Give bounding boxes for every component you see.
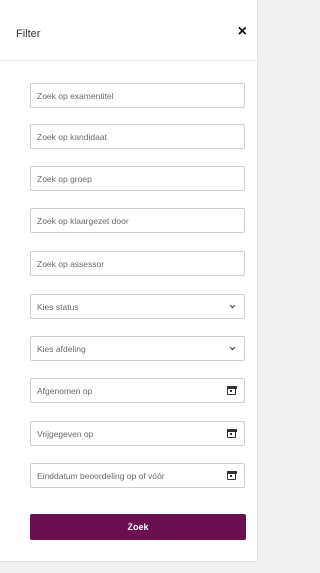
page-title: Filter <box>16 28 41 40</box>
search-button[interactable]: Zoek <box>30 514 246 540</box>
status-select[interactable]: Kies status <box>30 294 245 319</box>
status-select-value: Kies status <box>37 301 79 312</box>
filter-panel: Filter × Zoek op examentitel Zoek op kan… <box>0 0 258 562</box>
exam-title-placeholder: Zoek op examentitel <box>37 90 114 101</box>
filter-header: Filter × <box>0 0 257 61</box>
taken-on-date-input[interactable]: Afgenomen op <box>30 378 245 403</box>
department-select[interactable]: Kies afdeling <box>30 336 245 361</box>
calendar-icon[interactable] <box>226 470 237 480</box>
group-placeholder: Zoek op groep <box>37 173 92 184</box>
calendar-icon[interactable] <box>226 428 237 438</box>
released-on-date-input[interactable]: Vrijgegeven op <box>30 421 245 446</box>
candidate-search-input[interactable]: Zoek op kandidaat <box>30 124 245 149</box>
prepared-by-search-input[interactable]: Zoek op klaargezet door <box>30 208 245 233</box>
close-icon[interactable]: × <box>238 24 247 40</box>
assessor-search-input[interactable]: Zoek op assessor <box>30 251 245 276</box>
calendar-icon[interactable] <box>226 385 237 395</box>
assessment-deadline-placeholder: Einddatum beoordeling op of vóór <box>37 470 165 481</box>
chevron-down-icon <box>229 304 236 309</box>
group-search-input[interactable]: Zoek op groep <box>30 166 245 191</box>
department-select-value: Kies afdeling <box>37 343 86 354</box>
chevron-down-icon <box>229 346 236 351</box>
assessment-deadline-date-input[interactable]: Einddatum beoordeling op of vóór <box>30 463 245 488</box>
released-on-placeholder: Vrijgegeven op <box>37 428 94 439</box>
assessor-placeholder: Zoek op assessor <box>37 258 105 269</box>
taken-on-placeholder: Afgenomen op <box>37 385 93 396</box>
candidate-placeholder: Zoek op kandidaat <box>37 131 107 142</box>
exam-title-search-input[interactable]: Zoek op examentitel <box>30 83 245 108</box>
prepared-by-placeholder: Zoek op klaargezet door <box>37 215 129 226</box>
